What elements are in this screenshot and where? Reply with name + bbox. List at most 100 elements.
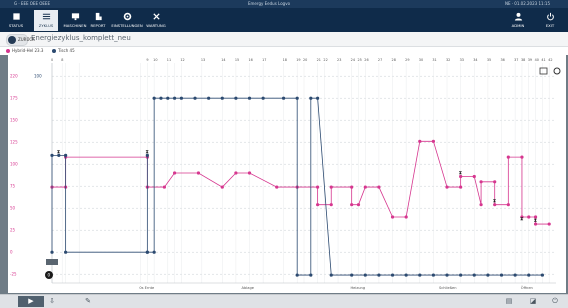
data-point-tisch[interactable] xyxy=(486,273,490,277)
data-point-tisch[interactable] xyxy=(234,96,238,100)
data-point-hybrid[interactable] xyxy=(479,203,483,207)
toolbar-einstellungen-button[interactable]: EINSTELLUNGEN xyxy=(108,10,146,31)
toolbar-wartung-button[interactable]: WARTUNG xyxy=(142,10,170,31)
data-point-hybrid[interactable] xyxy=(418,139,422,143)
hourglass-marker-icon: ⧗ xyxy=(145,149,149,155)
data-point-hybrid[interactable] xyxy=(506,155,510,159)
legend-swatch-tisch xyxy=(52,49,56,53)
data-point-tisch[interactable] xyxy=(247,96,252,100)
data-point-tisch[interactable] xyxy=(166,96,170,100)
data-point-hybrid[interactable] xyxy=(162,185,166,189)
toolbar-zyklus-button[interactable]: ZYKLUS xyxy=(34,10,58,31)
data-point-tisch[interactable] xyxy=(472,273,476,277)
data-point-hybrid[interactable] xyxy=(350,185,354,189)
data-point-tisch[interactable] xyxy=(50,153,54,157)
toolbar-report-button[interactable]: REPORT xyxy=(86,10,110,31)
toolbar-report-label: REPORT xyxy=(90,23,106,28)
table-view-button[interactable]: ▤ xyxy=(500,296,518,307)
data-point-tisch[interactable] xyxy=(390,273,395,277)
data-point-tisch[interactable] xyxy=(316,96,320,100)
data-point-tisch[interactable] xyxy=(281,96,286,100)
power-icon: ⏻ xyxy=(552,297,558,305)
data-point-hybrid[interactable] xyxy=(356,203,361,207)
data-point-hybrid[interactable] xyxy=(316,185,320,189)
data-point-tisch[interactable] xyxy=(172,96,177,100)
data-point-tisch[interactable] xyxy=(404,273,408,277)
scroll-thumb[interactable] xyxy=(46,259,58,265)
data-point-hybrid[interactable] xyxy=(247,171,252,175)
data-point-tisch[interactable] xyxy=(499,273,504,277)
y-tick-label-outer: 100 xyxy=(10,162,18,167)
download-button[interactable]: ⇩ xyxy=(44,296,60,307)
play-button[interactable]: ▶ xyxy=(18,296,44,307)
data-point-hybrid[interactable] xyxy=(390,215,395,219)
data-point-tisch[interactable] xyxy=(309,273,313,277)
data-point-tisch[interactable] xyxy=(527,273,531,277)
data-point-tisch[interactable] xyxy=(152,96,156,100)
x-tick-label: 32 xyxy=(446,58,450,62)
data-point-tisch[interactable] xyxy=(329,273,333,277)
data-point-hybrid[interactable] xyxy=(506,203,510,207)
data-point-tisch[interactable] xyxy=(377,273,381,277)
data-point-hybrid[interactable] xyxy=(527,215,531,219)
data-point-hybrid[interactable] xyxy=(479,180,483,184)
data-point-hybrid[interactable] xyxy=(350,203,354,207)
data-point-tisch[interactable] xyxy=(220,96,224,100)
back-button[interactable]: ZURÜCK xyxy=(6,34,35,46)
x-tick-label: 21 xyxy=(317,58,321,62)
x-tick-label: 19 xyxy=(296,58,300,62)
data-point-hybrid[interactable] xyxy=(547,222,551,226)
expand-icon[interactable] xyxy=(539,67,548,75)
data-point-hybrid[interactable] xyxy=(316,203,320,207)
data-point-tisch[interactable] xyxy=(431,273,436,277)
data-point-hybrid[interactable] xyxy=(234,171,238,175)
y-tick-label-outer: -25 xyxy=(10,272,17,277)
toolbar-status-button[interactable]: STATUS xyxy=(4,10,28,31)
data-point-hybrid[interactable] xyxy=(220,185,224,189)
data-point-hybrid[interactable] xyxy=(329,185,333,189)
data-point-tisch[interactable] xyxy=(207,96,211,100)
data-point-hybrid[interactable] xyxy=(431,139,436,143)
settings-gear-icon[interactable] xyxy=(553,67,561,75)
data-point-tisch[interactable] xyxy=(179,96,184,100)
data-point-tisch[interactable] xyxy=(152,250,156,254)
x-tick-label: 16 xyxy=(249,58,253,62)
data-point-hybrid[interactable] xyxy=(275,185,279,189)
data-point-tisch[interactable] xyxy=(64,250,68,254)
data-point-hybrid[interactable] xyxy=(196,171,201,175)
data-point-hybrid[interactable] xyxy=(329,203,333,207)
data-point-hybrid[interactable] xyxy=(445,185,449,189)
data-point-tisch[interactable] xyxy=(350,273,354,277)
energy-cycle-chart[interactable]: 220 100 175 150 125 100 75 50 25 0 -25 0 8 9 10 11 12 13 1… xyxy=(8,55,566,293)
data-point-hybrid[interactable] xyxy=(377,185,381,189)
data-point-hybrid[interactable] xyxy=(520,155,524,159)
data-point-tisch[interactable] xyxy=(193,96,197,100)
data-point-tisch[interactable] xyxy=(363,273,367,277)
data-point-tisch[interactable] xyxy=(445,273,449,277)
legend-item-tisch[interactable]: Tisch 45 xyxy=(52,47,75,55)
data-point-tisch[interactable] xyxy=(540,273,544,277)
toolbar-admin-button[interactable]: ADMIN xyxy=(506,10,530,31)
toolbar-exit-button[interactable]: EXIT xyxy=(538,10,562,31)
data-point-tisch[interactable] xyxy=(159,96,163,100)
chart-view-button[interactable]: ◪ xyxy=(524,296,542,307)
data-point-hybrid[interactable] xyxy=(493,180,497,184)
data-point-hybrid[interactable] xyxy=(172,171,177,175)
data-point-tisch[interactable] xyxy=(145,250,149,254)
edit-button[interactable]: ✎ xyxy=(80,296,96,307)
data-point-tisch[interactable] xyxy=(309,96,313,100)
data-point-hybrid[interactable] xyxy=(404,215,408,219)
data-point-tisch[interactable] xyxy=(64,153,68,157)
data-point-tisch[interactable] xyxy=(261,96,265,100)
data-point-hybrid[interactable] xyxy=(472,174,476,179)
data-point-hybrid[interactable] xyxy=(459,185,463,189)
data-point-tisch[interactable] xyxy=(459,273,463,277)
data-point-tisch[interactable] xyxy=(513,273,517,277)
data-point-tisch[interactable] xyxy=(418,273,422,277)
stop-button[interactable]: ⏻ xyxy=(546,296,564,307)
data-point-hybrid[interactable] xyxy=(363,185,367,189)
data-point-tisch[interactable] xyxy=(295,273,299,277)
legend-item-hybrid[interactable]: Hybrid-Hel 23.3 xyxy=(6,47,43,55)
data-point-tisch[interactable] xyxy=(50,250,54,254)
data-point-tisch[interactable] xyxy=(295,96,299,100)
